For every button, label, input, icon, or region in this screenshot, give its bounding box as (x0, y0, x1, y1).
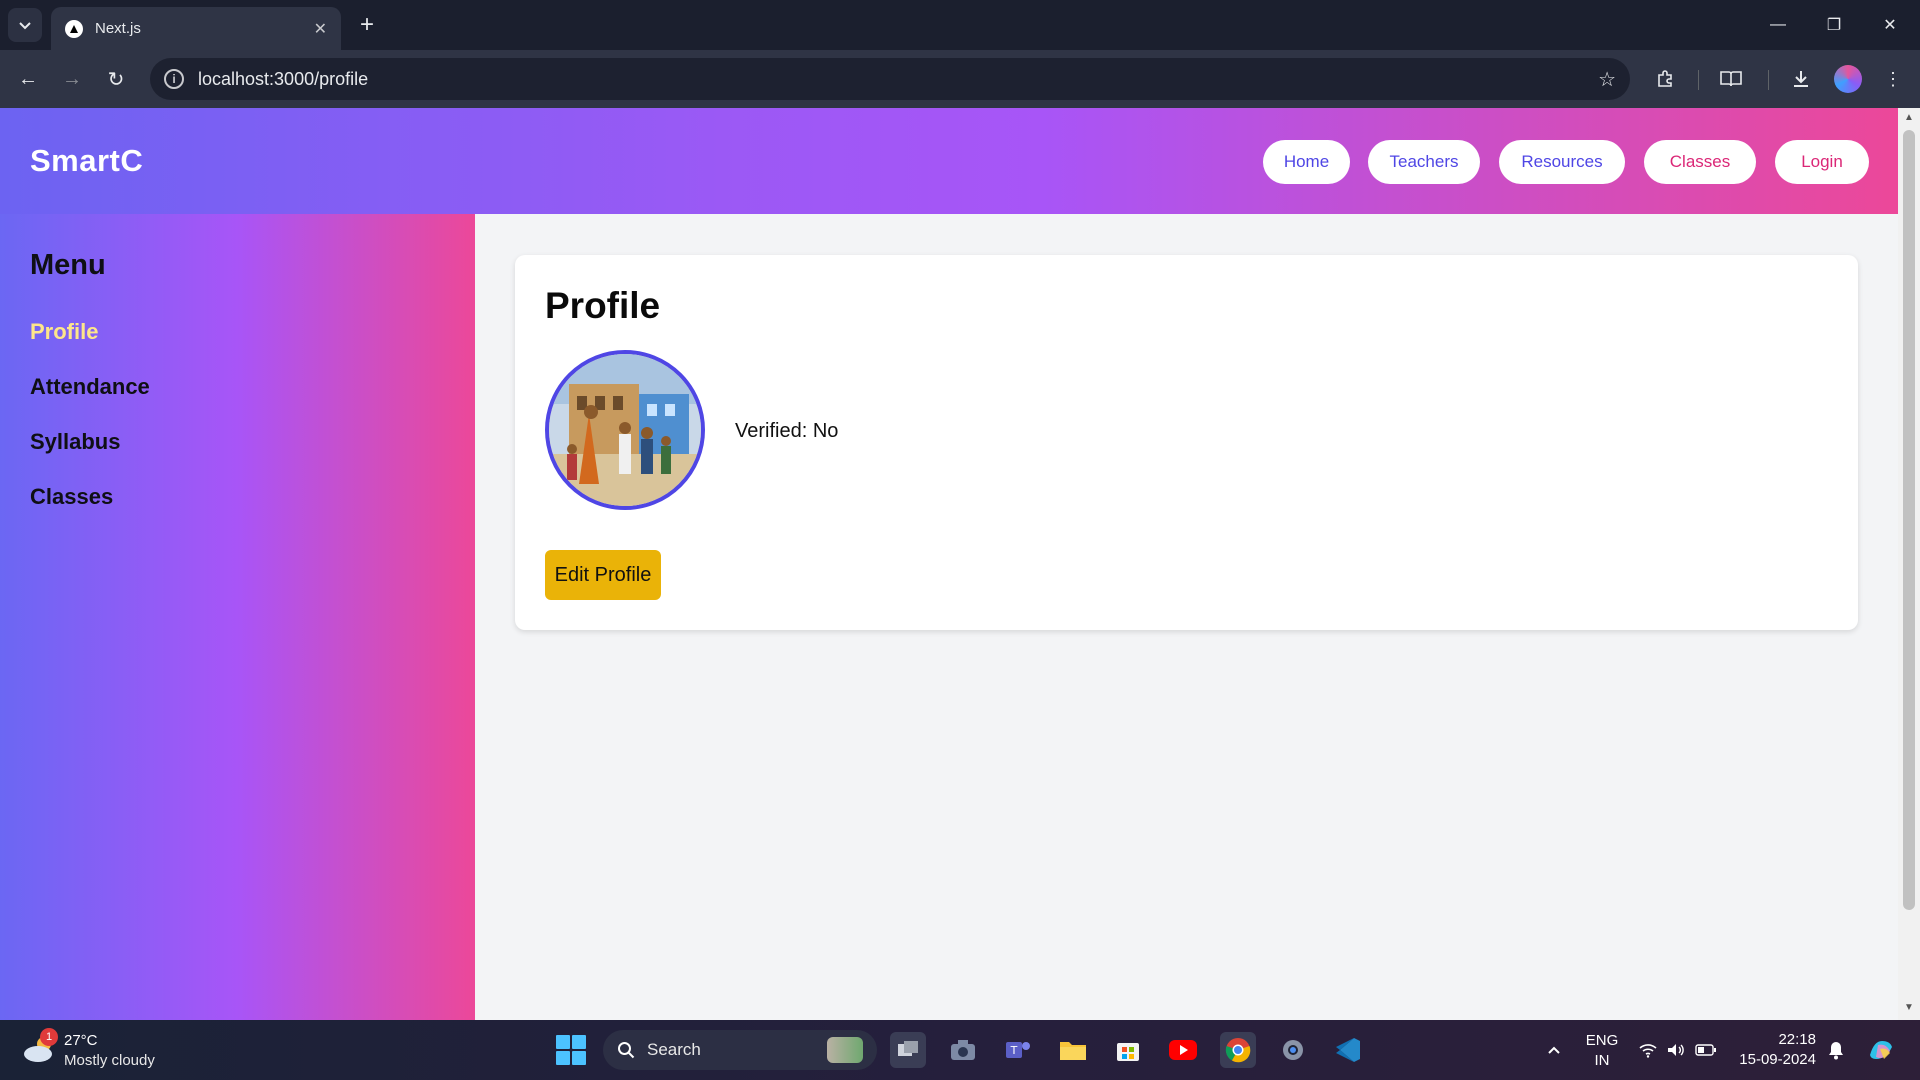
taskbar-search[interactable]: Search (603, 1030, 877, 1070)
brand-logo[interactable]: SmartC (30, 143, 143, 179)
microsoft-store-icon[interactable] (1110, 1032, 1146, 1068)
puzzle-icon[interactable] (1650, 64, 1680, 94)
toolbar-separator (1698, 70, 1699, 90)
page-scrollbar[interactable]: ▲ ▼ (1898, 108, 1920, 1020)
weather-temperature: 27°C (64, 1032, 98, 1049)
browser-toolbar: ← → ↻ i localhost:3000/profile ☆ ⋮ (0, 50, 1920, 108)
file-explorer-icon[interactable] (1055, 1032, 1091, 1068)
nextjs-favicon-icon (65, 19, 83, 38)
kebab-menu-icon[interactable]: ⋮ (1878, 64, 1908, 94)
toolbar-separator (1768, 70, 1769, 90)
plus-icon[interactable]: + (352, 10, 382, 40)
clock-time[interactable]: 22:18 (1778, 1031, 1816, 1048)
wifi-icon[interactable] (1636, 1038, 1660, 1062)
tab-search-button[interactable] (8, 8, 42, 42)
teams-app-icon[interactable]: T (1000, 1032, 1036, 1068)
taskbar-search-label: Search (647, 1040, 701, 1059)
weather-description: Mostly cloudy (64, 1052, 155, 1069)
search-icon (618, 1042, 635, 1059)
reload-icon[interactable]: ↻ (100, 63, 132, 95)
address-bar[interactable]: i localhost:3000/profile ☆ (150, 58, 1630, 100)
tab-title: Next.js (95, 20, 141, 37)
sidebar-item-profile[interactable]: Profile (30, 319, 98, 345)
clock-date[interactable]: 15-09-2024 (1739, 1051, 1816, 1068)
language-region[interactable]: IN (1582, 1052, 1622, 1069)
sidebar-item-attendance[interactable]: Attendance (30, 374, 150, 400)
browser-tab-active[interactable]: Next.js ✕ (51, 7, 341, 50)
scroll-down-icon[interactable]: ▼ (1903, 1002, 1915, 1014)
minimize-icon[interactable]: — (1758, 10, 1798, 40)
avatar (545, 350, 705, 510)
chrome-app-icon[interactable] (1220, 1032, 1256, 1068)
menu-title: Menu (30, 249, 106, 281)
download-icon[interactable] (1786, 64, 1816, 94)
settings-gear-icon[interactable] (1275, 1032, 1311, 1068)
avatar-image (549, 354, 701, 506)
vscode-app-icon[interactable] (1330, 1032, 1366, 1068)
notification-bell-icon[interactable] (1824, 1038, 1848, 1062)
sidebar: Menu Profile Attendance Syllabus Classes (0, 214, 475, 1020)
task-view-icon[interactable] (890, 1032, 926, 1068)
scroll-thumb[interactable] (1903, 130, 1915, 910)
sidebar-item-syllabus[interactable]: Syllabus (30, 429, 120, 455)
star-icon[interactable]: ☆ (1598, 67, 1616, 92)
taskbar: 1 27°C Mostly cloudy Search T ENG IN 22:… (0, 1020, 1920, 1080)
info-icon[interactable]: i (164, 69, 184, 89)
app-header: SmartC Home Teachers Resources Classes L… (0, 108, 1898, 214)
restore-icon[interactable]: ❐ (1814, 10, 1854, 40)
language-code[interactable]: ENG (1582, 1032, 1622, 1049)
weather-badge: 1 (40, 1028, 58, 1046)
windows-start-icon[interactable] (556, 1035, 586, 1065)
edit-profile-button[interactable]: Edit Profile (545, 550, 661, 600)
book-icon[interactable] (1716, 64, 1746, 94)
close-icon[interactable]: ✕ (314, 19, 327, 39)
address-url[interactable]: localhost:3000/profile (198, 69, 1598, 90)
back-arrow-icon[interactable]: ← (12, 63, 44, 95)
nav-classes[interactable]: Classes (1644, 140, 1756, 184)
youtube-app-icon[interactable] (1165, 1032, 1201, 1068)
battery-icon[interactable] (1694, 1038, 1718, 1062)
sidebar-item-classes[interactable]: Classes (30, 484, 113, 510)
nav-login[interactable]: Login (1775, 140, 1869, 184)
forward-arrow-icon[interactable]: → (56, 63, 88, 95)
copilot-icon[interactable] (1866, 1035, 1896, 1065)
scroll-up-icon[interactable]: ▲ (1903, 112, 1915, 124)
page-title: Profile (545, 285, 661, 326)
browser-profile-avatar[interactable] (1834, 65, 1862, 93)
search-highlight-icon (827, 1037, 863, 1063)
nav-home[interactable]: Home (1263, 140, 1350, 184)
verified-status: Verified: No (735, 420, 839, 442)
svg-text:T: T (1010, 1044, 1018, 1057)
nav-teachers[interactable]: Teachers (1368, 140, 1480, 184)
chevron-up-icon[interactable] (1542, 1038, 1566, 1062)
volume-icon[interactable] (1664, 1038, 1688, 1062)
browser-tab-bar: Next.js ✕ + — ❐ ✕ (0, 0, 1920, 50)
profile-card: Profile Verified: No Edit Profile (515, 255, 1858, 630)
chevron-down-icon (19, 22, 31, 30)
window-close-icon[interactable]: ✕ (1870, 10, 1910, 40)
nav-resources[interactable]: Resources (1499, 140, 1625, 184)
camera-app-icon[interactable] (945, 1032, 981, 1068)
page-viewport: SmartC Home Teachers Resources Classes L… (0, 108, 1898, 1020)
